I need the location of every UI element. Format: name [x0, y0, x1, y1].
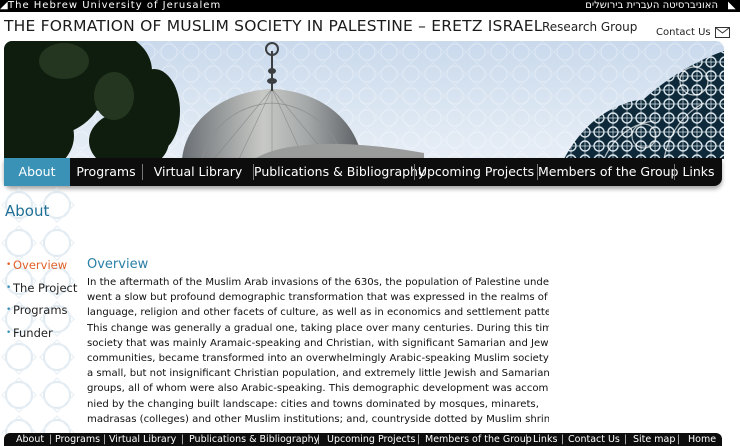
footer-separator: |: [624, 434, 628, 445]
paragraph-line: a small, but not insignificant Christian…: [87, 368, 549, 380]
sidebar-item-programs[interactable]: Programs: [6, 303, 77, 326]
research-group-label: Research Group: [542, 20, 638, 34]
university-name-he[interactable]: האוניברסיטה העברית בירושלים: [585, 0, 718, 12]
paragraph-line: society that was mainly Aramaic-speaking…: [87, 337, 549, 349]
paragraph-line: groups, all of whom were also Arabic-spe…: [87, 383, 549, 395]
paragraph-line: This change was generally a gradual one,…: [87, 322, 549, 334]
university-logo-icon: ◢: [0, 0, 8, 11]
nav-about[interactable]: About: [4, 158, 70, 186]
sidebar-item-the-project[interactable]: The Project: [6, 281, 77, 304]
overview-paragraph: In the aftermath of the Muslim Arab inva…: [87, 275, 549, 425]
nav-upcoming-projects[interactable]: Upcoming Projects: [415, 158, 537, 186]
footer-separator: |: [103, 434, 107, 445]
paragraph-line: went a slow but profound demographic tra…: [87, 292, 548, 304]
main-nav: About Programs Virtual Library Publicati…: [4, 158, 722, 186]
footer-separator: |: [677, 434, 681, 445]
footer-link-home[interactable]: Home: [688, 433, 716, 446]
footer-nav: About | Programs | Virtual Library | Pub…: [4, 433, 722, 446]
footer-link-members[interactable]: Members of the Group: [425, 433, 532, 446]
sidebar-nav: Overview The Project Programs Funder: [6, 258, 77, 348]
header-banner-image: [4, 41, 724, 159]
envelope-icon: [714, 27, 730, 38]
site-title[interactable]: THE FORMATION OF MUSLIM SOCIETY IN PALES…: [4, 17, 543, 35]
nav-publications[interactable]: Publications & Bibliography: [254, 158, 425, 186]
footer-link-programs[interactable]: Programs: [55, 433, 100, 446]
paragraph-line: nied by the changing built landscape: ci…: [87, 398, 539, 410]
footer-link-contact-us[interactable]: Contact Us: [568, 433, 620, 446]
footer-separator: |: [317, 434, 321, 445]
footer-link-about[interactable]: About: [16, 433, 44, 446]
paragraph-line: communities, became transformed into an …: [87, 353, 549, 365]
footer-separator: |: [561, 434, 565, 445]
university-bar: ◢ The Hebrew University of Jerusalem האו…: [0, 0, 740, 12]
paragraph-line: In the aftermath of the Muslim Arab inva…: [87, 277, 549, 288]
footer-link-virtual-library[interactable]: Virtual Library: [109, 433, 176, 446]
footer-link-site-map[interactable]: Site map: [633, 433, 675, 446]
nav-links[interactable]: Links: [675, 158, 722, 186]
university-name-en[interactable]: The Hebrew University of Jerusalem: [8, 0, 221, 12]
footer-separator: |: [181, 434, 185, 445]
page-title: About: [5, 202, 50, 220]
paragraph-line: madrasas (colleges) and other Muslim ins…: [87, 413, 549, 425]
footer-link-publications[interactable]: Publications & Bibliography: [189, 433, 319, 446]
footer-link-links[interactable]: Links: [533, 433, 557, 446]
section-title: Overview: [87, 257, 149, 272]
paragraph-line: language, religion and other facets of c…: [87, 307, 549, 319]
footer-separator: |: [525, 434, 529, 445]
sidebar-item-overview[interactable]: Overview: [6, 258, 77, 281]
footer-separator: |: [49, 434, 53, 445]
nav-programs[interactable]: Programs: [70, 158, 142, 186]
footer-link-upcoming-projects[interactable]: Upcoming Projects: [327, 433, 415, 446]
nav-virtual-library[interactable]: Virtual Library: [143, 158, 253, 186]
sidebar-item-funder[interactable]: Funder: [6, 326, 77, 349]
nav-members[interactable]: Members of the Group: [538, 158, 678, 186]
contact-us-label: Contact Us: [656, 27, 711, 38]
footer-separator: |: [417, 434, 421, 445]
contact-us-link[interactable]: Contact Us: [656, 27, 730, 38]
university-logo-icon-right: ◣: [728, 0, 736, 11]
